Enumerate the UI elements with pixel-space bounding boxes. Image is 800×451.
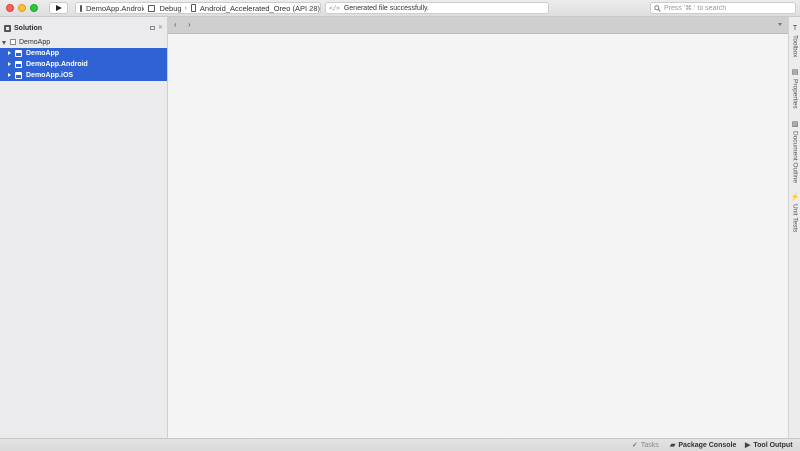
tool-output-button[interactable]: ▶ Tool Output (745, 441, 793, 450)
configuration-selector[interactable]: Debug › (144, 3, 187, 13)
editor-tab-strip: ‹ › (168, 17, 788, 34)
solution-pad-header: Solution ✕ (0, 21, 168, 35)
tree-node-project[interactable]: DemoApp (0, 48, 167, 59)
dock-icon[interactable] (149, 25, 155, 30)
package-console-label: Package Console (678, 441, 737, 449)
project-node-icon (15, 72, 22, 79)
solution-node-icon (10, 39, 16, 45)
collapsed-arrow-icon[interactable] (8, 73, 11, 77)
tree-node-label: DemoApp.Android (26, 60, 88, 68)
rail-label: Unit Tests (791, 204, 799, 233)
rail-label: Toolbox (791, 35, 799, 58)
navigate-back-icon[interactable]: ‹ (174, 20, 177, 29)
run-configuration-bar: DemoApp.Android Debug › Android_Accelera… (75, 2, 321, 14)
project-node-icon (15, 61, 22, 68)
tree-node-solution[interactable]: DemoApp (0, 37, 167, 48)
device-label: Android_Accelerated_Oreo (API 28) (199, 3, 320, 13)
window-close-button[interactable] (6, 4, 14, 12)
project-label: DemoApp.Android (86, 3, 144, 13)
solution-pad: Solution ✕ DemoApp DemoApp DemoApp.Andro… (0, 17, 168, 438)
status-bar: </> Generated file successfully. (325, 2, 549, 14)
configuration-label: Debug (159, 3, 182, 13)
tab-list-dropdown-icon[interactable] (778, 23, 782, 26)
rail-item-toolbox[interactable]: T Toolbox (790, 25, 800, 57)
collapsed-arrow-icon[interactable] (8, 51, 11, 55)
project-icon (80, 4, 82, 12)
rail-item-unit-tests[interactable]: ⚡ Unit Tests (790, 194, 800, 232)
tool-output-label: Tool Output (753, 441, 793, 449)
tree-node-project[interactable]: DemoApp.iOS (0, 70, 167, 81)
search-input[interactable] (664, 4, 784, 12)
project-selector[interactable]: DemoApp.Android (76, 3, 144, 13)
code-icon: </> (329, 4, 340, 12)
configuration-icon (147, 4, 156, 12)
bottom-pad-bar: ✓ Tasks ▰ Package Console ▶ Tool Output (0, 438, 800, 451)
properties-icon: ▤ (791, 69, 799, 76)
rail-item-properties[interactable]: ▤ Properties (790, 69, 800, 109)
document-outline-icon: ▨ (791, 121, 799, 128)
expand-arrow-icon[interactable] (2, 41, 6, 45)
rail-label: Document Outline (791, 131, 799, 184)
search-box[interactable] (650, 2, 796, 14)
right-pad-rail: T Toolbox ▤ Properties ▨ Document Outlin… (788, 17, 800, 438)
close-icon[interactable]: ✕ (158, 24, 163, 31)
search-icon (654, 4, 661, 12)
window-minimize-button[interactable] (18, 4, 26, 12)
play-icon (56, 5, 62, 11)
rail-item-document-outline[interactable]: ▨ Document Outline (790, 121, 800, 183)
play-icon: ▶ (745, 442, 751, 449)
title-bar: DemoApp.Android Debug › Android_Accelera… (0, 0, 800, 17)
rail-label: Properties (791, 79, 799, 109)
tasks-label: Tasks (640, 441, 659, 449)
tree-node-label: DemoApp (26, 49, 60, 57)
checkmark-icon: ✓ (632, 442, 638, 449)
package-console-button[interactable]: ▰ Package Console (670, 441, 737, 450)
tree-node-label: DemoApp (19, 39, 51, 46)
tree-node-project[interactable]: DemoApp.Android (0, 59, 167, 70)
navigate-forward-icon[interactable]: › (188, 20, 191, 29)
toolbox-icon: T (792, 25, 798, 32)
run-button[interactable] (49, 2, 68, 14)
solution-pad-title: Solution (14, 24, 42, 32)
unit-tests-icon: ⚡ (790, 194, 800, 201)
project-node-icon (15, 50, 22, 57)
status-message: Generated file successfully. (343, 4, 429, 12)
phone-icon (190, 4, 196, 12)
pad-controls: ✕ (149, 24, 163, 31)
device-selector[interactable]: Android_Accelerated_Oreo (API 28) (187, 3, 320, 13)
tasks-button[interactable]: ✓ Tasks (632, 441, 659, 450)
editor-area[interactable] (168, 34, 788, 438)
solution-icon (4, 24, 11, 32)
window-maximize-button[interactable] (30, 4, 38, 12)
package-icon: ▰ (670, 442, 676, 449)
collapsed-arrow-icon[interactable] (8, 62, 11, 66)
tree-node-label: DemoApp.iOS (26, 71, 74, 79)
solution-tree: DemoApp DemoApp DemoApp.Android DemoApp.… (0, 37, 167, 81)
